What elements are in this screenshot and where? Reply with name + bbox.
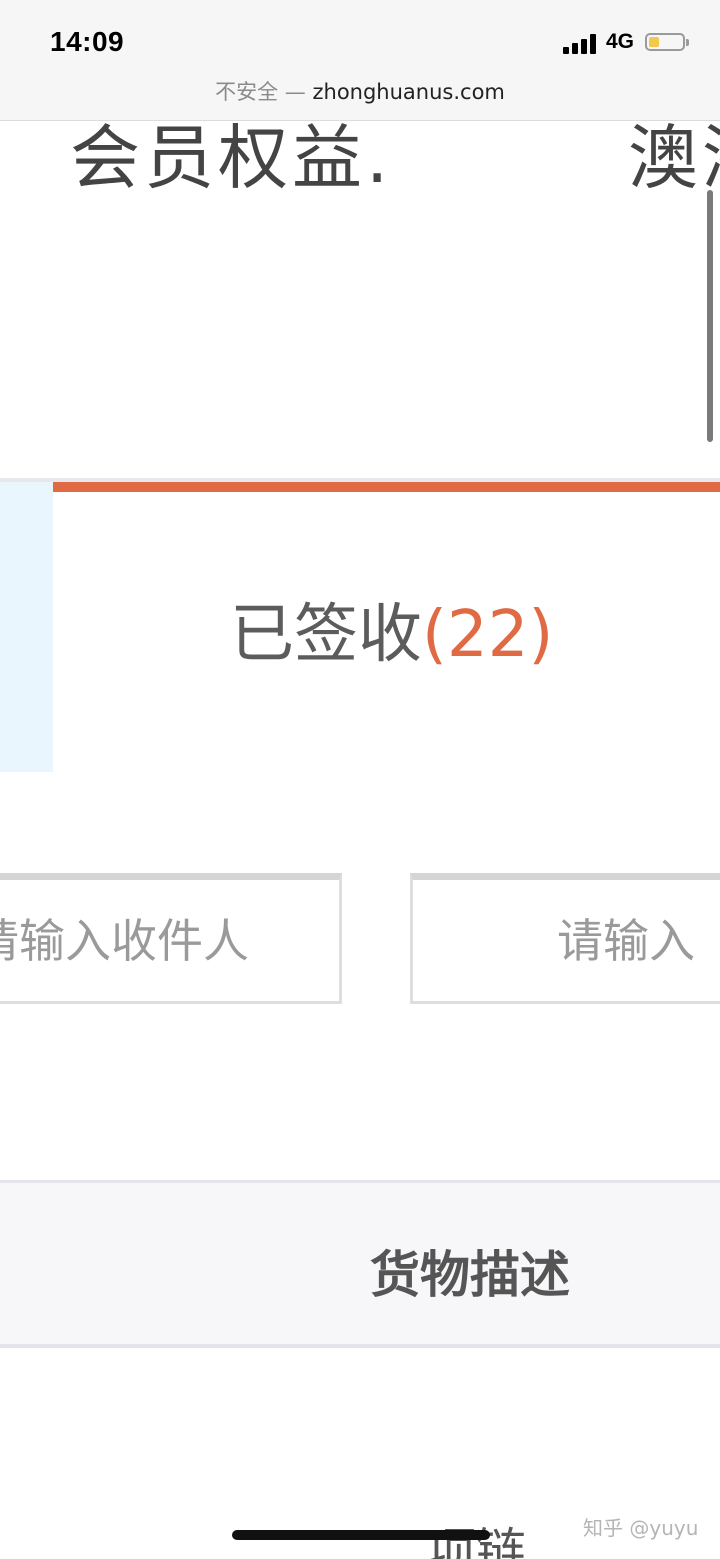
table-header: 货物描述 bbox=[0, 1180, 720, 1348]
tab-signed[interactable]: 已签收(22) bbox=[230, 583, 553, 675]
column-header-description: 货物描述 bbox=[370, 1246, 570, 1304]
status-time: 14:09 bbox=[50, 26, 125, 57]
browser-top-bar: 14:09 4G 不安全 — zhonghuanus.com bbox=[0, 0, 720, 121]
home-indicator[interactable] bbox=[232, 1530, 490, 1540]
tab-signed-label: 已签收 bbox=[230, 598, 422, 672]
battery-icon bbox=[645, 33, 689, 51]
network-type: 4G bbox=[606, 30, 635, 53]
secondary-search-input[interactable] bbox=[410, 873, 720, 1004]
cellular-signal-icon bbox=[563, 34, 599, 54]
recipient-search-input[interactable] bbox=[0, 873, 342, 1004]
address-domain: zhonghuanus.com bbox=[312, 80, 505, 104]
screen: 14:09 4G 不安全 — zhonghuanus.com 会员权益. 澳洲 … bbox=[0, 0, 720, 1559]
address-bar[interactable]: 不安全 — zhonghuanus.com bbox=[0, 76, 720, 106]
tab-signed-count: (22) bbox=[422, 598, 554, 672]
tab-previous-edge[interactable] bbox=[0, 482, 53, 772]
page-scrollbar[interactable] bbox=[707, 190, 713, 442]
address-separator: — bbox=[284, 80, 306, 104]
watermark: 知乎 @yuyu bbox=[583, 1516, 699, 1540]
active-tab-indicator bbox=[53, 482, 720, 492]
insecure-label: 不安全 bbox=[215, 80, 279, 104]
